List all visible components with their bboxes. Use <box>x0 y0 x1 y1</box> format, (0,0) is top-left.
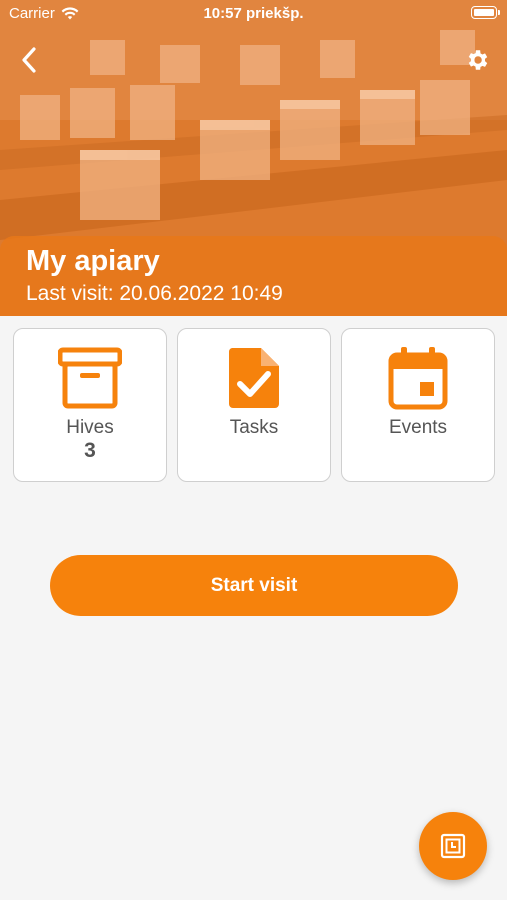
page-title: My apiary <box>26 245 160 277</box>
tile-label: Events <box>388 417 448 438</box>
tile-label: Hives <box>66 417 114 438</box>
hive-box-icon <box>57 345 123 411</box>
start-visit-button[interactable]: Start visit <box>50 555 458 616</box>
battery-icon <box>471 6 500 19</box>
summary-tiles: Hives 3 Tasks Events <box>13 328 495 482</box>
gear-icon <box>468 50 488 70</box>
header-hero: Carrier 10:57 priekšp. My apiary Last vi… <box>0 0 507 316</box>
apiary-title-card: My apiary Last visit: 20.06.2022 10:49 <box>0 236 507 316</box>
start-visit-label: Start visit <box>210 574 298 596</box>
last-visit-label: Last visit: 20.06.2022 10:49 <box>26 282 283 305</box>
status-bar: Carrier 10:57 priekšp. <box>0 0 507 28</box>
hive-count: 3 <box>84 439 96 462</box>
nfc-scan-icon <box>440 833 466 859</box>
settings-button[interactable] <box>463 44 493 76</box>
back-button[interactable] <box>14 44 44 76</box>
status-time: 10:57 priekšp. <box>203 5 304 22</box>
tile-tasks[interactable]: Tasks <box>177 328 331 482</box>
chevron-left-icon <box>22 47 36 73</box>
tile-hives[interactable]: Hives 3 <box>13 328 167 482</box>
calendar-icon <box>385 345 451 411</box>
nfc-scan-button[interactable] <box>419 812 487 880</box>
tile-label: Tasks <box>229 417 279 438</box>
task-document-icon <box>221 345 287 411</box>
tile-events[interactable]: Events <box>341 328 495 482</box>
